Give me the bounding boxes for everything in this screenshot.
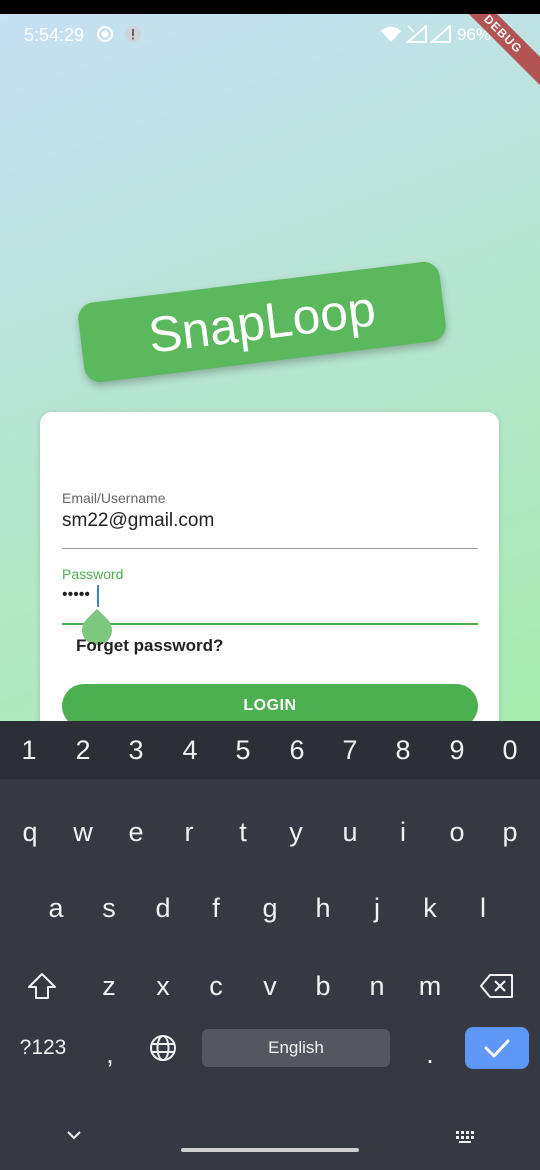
key-i[interactable]: i	[378, 807, 428, 857]
globe-icon[interactable]	[138, 1023, 188, 1073]
signal-2-icon	[429, 23, 452, 48]
app-logo: SnapLoop	[76, 260, 448, 384]
record-icon	[96, 25, 114, 48]
key-y[interactable]: y	[271, 807, 321, 857]
key-u[interactable]: u	[325, 807, 375, 857]
check-icon	[484, 1039, 510, 1058]
email-underline	[62, 548, 478, 549]
forgot-password-link[interactable]: Forget password?	[76, 636, 223, 656]
key-n[interactable]: n	[352, 961, 402, 1011]
key-t[interactable]: t	[218, 807, 268, 857]
key-1[interactable]: 1	[4, 725, 54, 775]
key-6[interactable]: 6	[272, 725, 322, 775]
login-card: Email/Username sm22@gmail.com Password •…	[40, 412, 499, 772]
email-label: Email/Username	[62, 490, 166, 506]
alert-icon	[124, 25, 142, 48]
key-0[interactable]: 0	[485, 725, 535, 775]
wifi-icon	[380, 25, 402, 48]
space-bar[interactable]: English	[202, 1029, 390, 1067]
number-row: 1 2 3 4 5 6 7 8 9 0	[0, 721, 540, 779]
soft-keyboard: 1 2 3 4 5 6 7 8 9 0 q w e r t y u i o p …	[0, 721, 540, 1170]
key-g[interactable]: g	[245, 883, 295, 933]
key-period[interactable]: .	[405, 1029, 455, 1079]
key-4[interactable]: 4	[165, 725, 215, 775]
key-b[interactable]: b	[298, 961, 348, 1011]
gesture-nav-bar[interactable]	[181, 1148, 359, 1152]
shift-icon[interactable]	[17, 961, 67, 1011]
backspace-icon[interactable]	[472, 961, 522, 1011]
key-f[interactable]: f	[191, 883, 241, 933]
key-s[interactable]: s	[84, 883, 134, 933]
key-7[interactable]: 7	[325, 725, 375, 775]
key-k[interactable]: k	[405, 883, 455, 933]
key-v[interactable]: v	[245, 961, 295, 1011]
status-time: 5:54:29	[24, 25, 85, 45]
enter-key[interactable]	[465, 1027, 529, 1069]
key-z[interactable]: z	[84, 961, 134, 1011]
key-p[interactable]: p	[485, 807, 535, 857]
key-l[interactable]: l	[458, 883, 508, 933]
text-cursor	[97, 585, 99, 607]
key-9[interactable]: 9	[432, 725, 482, 775]
password-label: Password	[62, 566, 124, 582]
app-screen: 5:54:29 96% DEBUG SnapLoop Email/Usernam…	[0, 14, 540, 1170]
signal-icon	[405, 23, 428, 48]
key-q[interactable]: q	[5, 807, 55, 857]
email-field[interactable]: sm22@gmail.com	[62, 510, 214, 532]
password-field[interactable]: •••••	[62, 586, 90, 604]
key-o[interactable]: o	[432, 807, 482, 857]
symbols-key[interactable]: ?123	[14, 1023, 72, 1073]
key-x[interactable]: x	[138, 961, 188, 1011]
key-3[interactable]: 3	[111, 725, 161, 775]
key-j[interactable]: j	[352, 883, 402, 933]
key-5[interactable]: 5	[218, 725, 268, 775]
key-a[interactable]: a	[31, 883, 81, 933]
key-r[interactable]: r	[164, 807, 214, 857]
key-2[interactable]: 2	[58, 725, 108, 775]
key-c[interactable]: c	[191, 961, 241, 1011]
key-8[interactable]: 8	[378, 725, 428, 775]
key-h[interactable]: h	[298, 883, 348, 933]
hide-keyboard-chevron-icon[interactable]	[64, 1129, 84, 1148]
key-e[interactable]: e	[111, 807, 161, 857]
password-underline	[62, 623, 478, 625]
keyboard-switch-icon[interactable]	[454, 1129, 478, 1150]
key-d[interactable]: d	[138, 883, 188, 933]
status-bar: 5:54:29 96% DEBUG	[0, 14, 540, 95]
key-m[interactable]: m	[405, 961, 455, 1011]
key-comma[interactable]: ,	[85, 1029, 135, 1079]
key-w[interactable]: w	[58, 807, 108, 857]
